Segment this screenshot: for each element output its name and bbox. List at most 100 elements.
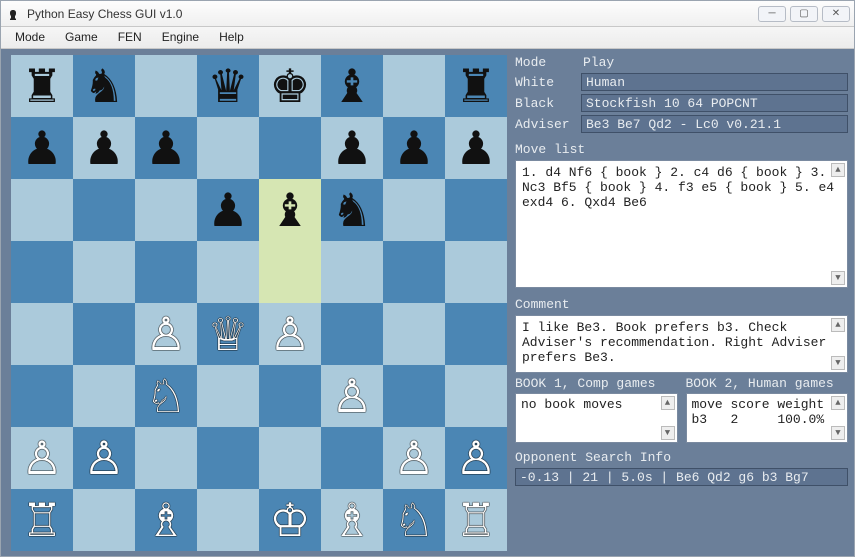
- square-b6[interactable]: [73, 179, 135, 241]
- square-g7[interactable]: ♟: [383, 117, 445, 179]
- scroll-down-icon[interactable]: ▼: [831, 426, 845, 440]
- piece-R-h1[interactable]: ♖: [455, 497, 496, 543]
- square-c1[interactable]: ♗: [135, 489, 197, 551]
- book2-box[interactable]: move score weight b3 2 100.0% ▲ ▼: [686, 393, 849, 443]
- piece-B-c1[interactable]: ♗: [145, 497, 186, 543]
- square-g4[interactable]: [383, 303, 445, 365]
- piece-N-c3[interactable]: ♘: [145, 373, 186, 419]
- scroll-down-icon[interactable]: ▼: [831, 271, 845, 285]
- square-a5[interactable]: [11, 241, 73, 303]
- square-e8[interactable]: ♚: [259, 55, 321, 117]
- square-b7[interactable]: ♟: [73, 117, 135, 179]
- piece-r-h8[interactable]: ♜: [455, 63, 496, 109]
- square-b5[interactable]: [73, 241, 135, 303]
- square-g6[interactable]: [383, 179, 445, 241]
- black-field[interactable]: Stockfish 10 64 POPCNT: [581, 94, 848, 112]
- square-e5[interactable]: [259, 241, 321, 303]
- piece-k-e8[interactable]: ♚: [269, 63, 310, 109]
- square-d3[interactable]: [197, 365, 259, 427]
- square-c8[interactable]: [135, 55, 197, 117]
- piece-P-h2[interactable]: ♙: [455, 435, 496, 481]
- menu-help[interactable]: Help: [209, 27, 254, 48]
- piece-p-f7[interactable]: ♟: [331, 125, 372, 171]
- square-h7[interactable]: ♟: [445, 117, 507, 179]
- square-b8[interactable]: ♞: [73, 55, 135, 117]
- square-e1[interactable]: ♔: [259, 489, 321, 551]
- piece-b-f8[interactable]: ♝: [331, 63, 372, 109]
- square-c2[interactable]: [135, 427, 197, 489]
- square-d7[interactable]: [197, 117, 259, 179]
- square-a3[interactable]: [11, 365, 73, 427]
- square-a7[interactable]: ♟: [11, 117, 73, 179]
- piece-Q-d4[interactable]: ♕: [207, 311, 248, 357]
- white-field[interactable]: Human: [581, 73, 848, 91]
- piece-p-h7[interactable]: ♟: [455, 125, 496, 171]
- menu-engine[interactable]: Engine: [152, 27, 209, 48]
- square-g8[interactable]: [383, 55, 445, 117]
- scroll-up-icon[interactable]: ▲: [831, 318, 845, 332]
- square-h2[interactable]: ♙: [445, 427, 507, 489]
- square-f7[interactable]: ♟: [321, 117, 383, 179]
- scroll-down-icon[interactable]: ▼: [831, 356, 845, 370]
- piece-n-b8[interactable]: ♞: [83, 63, 124, 109]
- piece-N-g1[interactable]: ♘: [393, 497, 434, 543]
- piece-p-g7[interactable]: ♟: [393, 125, 434, 171]
- piece-r-a8[interactable]: ♜: [21, 63, 62, 109]
- search-field[interactable]: -0.13 | 21 | 5.0s | Be6 Qd2 g6 b3 Bg7: [515, 468, 848, 486]
- scroll-up-icon[interactable]: ▲: [831, 163, 845, 177]
- menu-fen[interactable]: FEN: [108, 27, 152, 48]
- square-c5[interactable]: [135, 241, 197, 303]
- piece-q-d8[interactable]: ♛: [207, 63, 248, 109]
- square-g5[interactable]: [383, 241, 445, 303]
- comment-box[interactable]: I like Be3. Book prefers b3. Check Advis…: [515, 315, 848, 373]
- square-f5[interactable]: [321, 241, 383, 303]
- square-f1[interactable]: ♗: [321, 489, 383, 551]
- chess-board[interactable]: ♜♞♛♚♝♜♟♟♟♟♟♟♟♝♞♙♕♙♘♙♙♙♙♙♖♗♔♗♘♖: [11, 55, 507, 551]
- square-c3[interactable]: ♘: [135, 365, 197, 427]
- adviser-field[interactable]: Be3 Be7 Qd2 - Lc0 v0.21.1: [581, 115, 848, 133]
- square-a6[interactable]: [11, 179, 73, 241]
- piece-P-e4[interactable]: ♙: [269, 311, 310, 357]
- piece-p-d6[interactable]: ♟: [207, 187, 248, 233]
- square-f8[interactable]: ♝: [321, 55, 383, 117]
- square-b3[interactable]: [73, 365, 135, 427]
- square-h1[interactable]: ♖: [445, 489, 507, 551]
- square-a2[interactable]: ♙: [11, 427, 73, 489]
- menu-game[interactable]: Game: [55, 27, 108, 48]
- square-b2[interactable]: ♙: [73, 427, 135, 489]
- piece-p-a7[interactable]: ♟: [21, 125, 62, 171]
- square-a1[interactable]: ♖: [11, 489, 73, 551]
- square-e4[interactable]: ♙: [259, 303, 321, 365]
- square-a4[interactable]: [11, 303, 73, 365]
- square-d2[interactable]: [197, 427, 259, 489]
- piece-R-a1[interactable]: ♖: [21, 497, 62, 543]
- piece-P-f3[interactable]: ♙: [331, 373, 372, 419]
- scroll-up-icon[interactable]: ▲: [831, 396, 845, 410]
- square-h5[interactable]: [445, 241, 507, 303]
- square-g2[interactable]: ♙: [383, 427, 445, 489]
- square-f3[interactable]: ♙: [321, 365, 383, 427]
- square-d4[interactable]: ♕: [197, 303, 259, 365]
- square-h8[interactable]: ♜: [445, 55, 507, 117]
- piece-P-c4[interactable]: ♙: [145, 311, 186, 357]
- square-e2[interactable]: [259, 427, 321, 489]
- piece-P-a2[interactable]: ♙: [21, 435, 62, 481]
- square-f2[interactable]: [321, 427, 383, 489]
- square-a8[interactable]: ♜: [11, 55, 73, 117]
- square-e7[interactable]: [259, 117, 321, 179]
- square-g3[interactable]: [383, 365, 445, 427]
- square-b1[interactable]: [73, 489, 135, 551]
- square-c6[interactable]: [135, 179, 197, 241]
- close-button[interactable]: ✕: [822, 6, 850, 22]
- piece-p-c7[interactable]: ♟: [145, 125, 186, 171]
- square-g1[interactable]: ♘: [383, 489, 445, 551]
- scroll-up-icon[interactable]: ▲: [661, 396, 675, 410]
- square-f4[interactable]: [321, 303, 383, 365]
- square-h4[interactable]: [445, 303, 507, 365]
- square-d8[interactable]: ♛: [197, 55, 259, 117]
- movelist-box[interactable]: 1. d4 Nf6 { book } 2. c4 d6 { book } 3. …: [515, 160, 848, 288]
- square-h3[interactable]: [445, 365, 507, 427]
- minimize-button[interactable]: ─: [758, 6, 786, 22]
- square-d1[interactable]: [197, 489, 259, 551]
- square-e6[interactable]: ♝: [259, 179, 321, 241]
